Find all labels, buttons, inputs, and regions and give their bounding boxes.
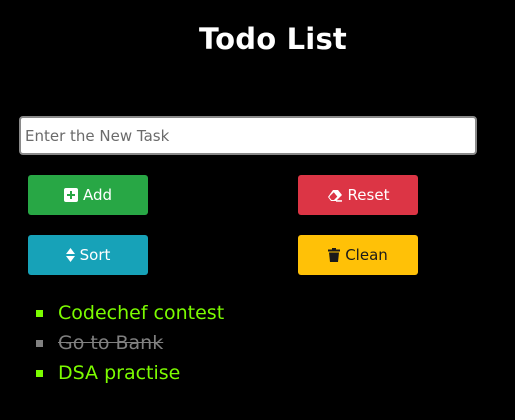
task-text: Codechef contest [58,302,225,324]
task-item[interactable]: Go to Bank [36,328,224,358]
eraser-icon [327,189,343,202]
reset-button[interactable]: Reset [298,175,418,215]
clean-button-label: Clean [345,246,388,264]
task-text: DSA practise [58,362,181,384]
bullet-icon [36,369,43,377]
task-list: Codechef contest Go to Bank DSA practise [36,298,224,388]
plus-square-icon [63,188,78,202]
add-button-label: Add [82,186,113,204]
bullet-icon [36,339,43,347]
trash-icon [328,248,341,262]
sort-button[interactable]: Sort [28,235,148,275]
new-task-input[interactable] [19,116,477,155]
sort-button-label: Sort [79,246,111,264]
reset-button-label: Reset [347,186,390,204]
sort-icon [65,248,75,262]
bullet-icon [36,309,43,317]
task-item[interactable]: Codechef contest [36,298,224,328]
add-button[interactable]: Add [28,175,148,215]
page-title: Todo List [199,22,347,56]
task-item[interactable]: DSA practise [36,358,224,388]
clean-button[interactable]: Clean [298,235,418,275]
task-text: Go to Bank [58,332,164,354]
todo-app: Todo List Add Reset So [0,0,515,420]
